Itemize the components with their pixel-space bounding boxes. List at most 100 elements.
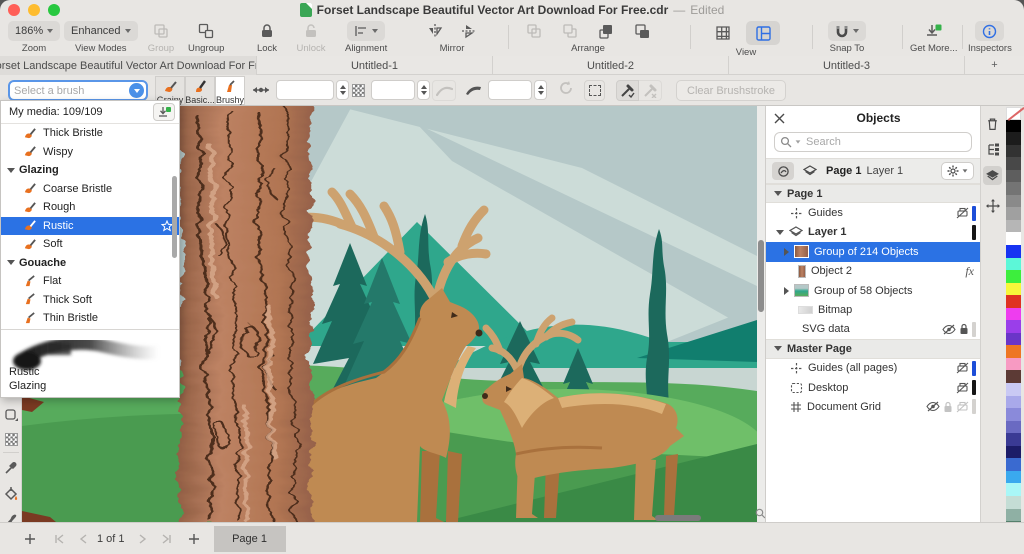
mirror-vertical-button[interactable] <box>459 21 479 41</box>
color-swatch[interactable] <box>1006 308 1021 321</box>
printer-off-icon[interactable] <box>956 362 969 374</box>
taper-stepper[interactable] <box>534 80 547 100</box>
color-swatch[interactable] <box>1006 496 1021 509</box>
vertical-scrollbar-thumb[interactable] <box>758 240 764 312</box>
add-page-button[interactable] <box>24 533 36 545</box>
lock-icon[interactable] <box>959 323 969 335</box>
smoothing-button[interactable] <box>432 80 456 101</box>
new-document-tab-button[interactable]: + <box>965 56 1024 74</box>
transparency-tool-button[interactable] <box>2 430 20 448</box>
combo-dropdown-button[interactable] <box>129 83 144 98</box>
tree-row-document-grid[interactable]: Document Grid <box>766 397 980 416</box>
color-swatch[interactable] <box>1006 446 1021 459</box>
layer-color-bar[interactable] <box>972 380 976 395</box>
tree-section-master-page[interactable]: Master Page <box>766 339 980 358</box>
tree-row-layer1[interactable]: Layer 1 <box>766 223 980 242</box>
color-swatch[interactable] <box>1006 145 1021 158</box>
brush-search-input[interactable] <box>10 85 129 97</box>
tree-row-guides-all-pages[interactable]: Guides (all pages) <box>766 359 980 378</box>
inspectors-button[interactable] <box>975 21 1004 41</box>
nib-size-stepper[interactable] <box>336 80 349 100</box>
tab-forset-document[interactable]: Forset Landscape Beautiful Vector Art Do… <box>0 56 257 75</box>
tree-row-desktop[interactable]: Desktop <box>766 378 980 397</box>
tab-untitled-3[interactable]: Untitled-3 <box>729 56 965 75</box>
to-front-button[interactable] <box>596 21 616 41</box>
tree-row-object-2[interactable]: Object 2 fx <box>766 262 980 281</box>
fx-effect-badge[interactable]: fx <box>965 264 976 279</box>
zoom-dropdown[interactable]: 186% <box>8 21 60 41</box>
brush-selector-combobox[interactable] <box>8 80 148 101</box>
printer-off-icon[interactable] <box>956 207 969 219</box>
color-swatch[interactable] <box>1006 483 1021 496</box>
brush-item-wispy[interactable]: Wispy <box>1 143 179 162</box>
layer-color-bar[interactable] <box>972 322 976 337</box>
tree-row-guides[interactable]: Guides <box>766 203 980 222</box>
add-page-after-button[interactable] <box>188 533 200 545</box>
color-swatch[interactable] <box>1006 232 1021 245</box>
eye-off-icon[interactable] <box>926 401 940 412</box>
marquee-button[interactable] <box>584 80 605 101</box>
inspector-trash-button[interactable] <box>983 114 1002 133</box>
brush-section-gouache[interactable]: Gouache <box>1 254 179 273</box>
brush-item-soft[interactable]: Soft <box>1 235 179 254</box>
shape-tool-button[interactable] <box>2 406 20 424</box>
ungroup-button[interactable]: Ungroup <box>188 21 224 54</box>
object-view-toggle[interactable] <box>772 162 794 180</box>
maximize-window-button[interactable] <box>48 4 60 16</box>
color-swatch[interactable] <box>1006 157 1021 170</box>
color-swatch[interactable] <box>1006 270 1021 283</box>
brush-section-glazing[interactable]: Glazing <box>1 161 179 180</box>
grid-view-button[interactable] <box>712 23 734 43</box>
snap-to-dropdown[interactable] <box>828 21 866 41</box>
brush-item-flat[interactable]: Flat <box>1 272 179 291</box>
printer-off-icon[interactable] <box>956 382 969 394</box>
close-icon[interactable] <box>774 113 785 124</box>
inspector-transform-tab[interactable] <box>983 196 1002 215</box>
tree-row-bitmap[interactable]: Bitmap <box>766 300 980 319</box>
close-window-button[interactable] <box>8 4 20 16</box>
pick-stroke-button[interactable] <box>616 80 639 101</box>
page-1-tab[interactable]: Page 1 <box>214 526 286 552</box>
layer-options-button[interactable] <box>941 162 974 180</box>
page-layout-button[interactable] <box>746 21 780 45</box>
layer-color-bar[interactable] <box>972 399 976 414</box>
tab-untitled-1[interactable]: Untitled-1 <box>257 56 493 75</box>
eye-off-icon[interactable] <box>942 324 956 335</box>
color-swatch[interactable] <box>1006 509 1021 522</box>
color-swatch[interactable] <box>1006 358 1021 371</box>
unpick-stroke-button[interactable] <box>639 80 662 101</box>
brush-item-rustic[interactable]: Rustic <box>1 217 179 236</box>
minimize-window-button[interactable] <box>28 4 40 16</box>
tree-row-group-58[interactable]: Group of 58 Objects <box>766 281 980 300</box>
clear-brushstroke-button[interactable]: Clear Brushstroke <box>676 80 786 101</box>
vertical-scrollbar-track[interactable] <box>757 106 765 522</box>
color-swatch[interactable] <box>1006 245 1021 258</box>
brush-item-thick-soft[interactable]: Thick Soft <box>1 291 179 310</box>
layer-color-bar[interactable] <box>972 206 976 221</box>
horizontal-scrollbar-track[interactable] <box>22 514 757 522</box>
color-swatch[interactable] <box>1006 220 1021 233</box>
tree-section-page1[interactable]: Page 1 <box>766 184 980 203</box>
color-swatch[interactable] <box>1006 370 1021 383</box>
color-swatch[interactable] <box>1006 120 1021 133</box>
tree-row-group-214[interactable]: Group of 214 Objects <box>766 242 980 261</box>
texture-stepper[interactable] <box>417 80 430 100</box>
rotate-button[interactable] <box>558 80 574 96</box>
color-swatch[interactable] <box>1006 408 1021 421</box>
first-page-button[interactable] <box>54 534 65 544</box>
import-media-button[interactable] <box>153 103 175 121</box>
color-swatch[interactable] <box>1006 433 1021 446</box>
search-input[interactable] <box>804 135 966 149</box>
color-swatch[interactable] <box>1006 295 1021 308</box>
color-swatch[interactable] <box>1006 195 1021 208</box>
tab-untitled-2[interactable]: Untitled-2 <box>493 56 729 75</box>
to-back-button[interactable] <box>632 21 652 41</box>
unlock-button[interactable]: Unlock <box>296 21 326 54</box>
inspector-hierarchy-tab[interactable] <box>983 140 1002 159</box>
alignment-dropdown[interactable] <box>347 21 385 41</box>
preset-basic-button[interactable]: Basic... <box>185 76 215 105</box>
brush-item-rough[interactable]: Rough <box>1 198 179 217</box>
color-swatch[interactable] <box>1006 458 1021 471</box>
brush-item-thin-bristle[interactable]: Thin Bristle <box>1 309 179 328</box>
lock-button[interactable]: Lock <box>252 21 282 54</box>
